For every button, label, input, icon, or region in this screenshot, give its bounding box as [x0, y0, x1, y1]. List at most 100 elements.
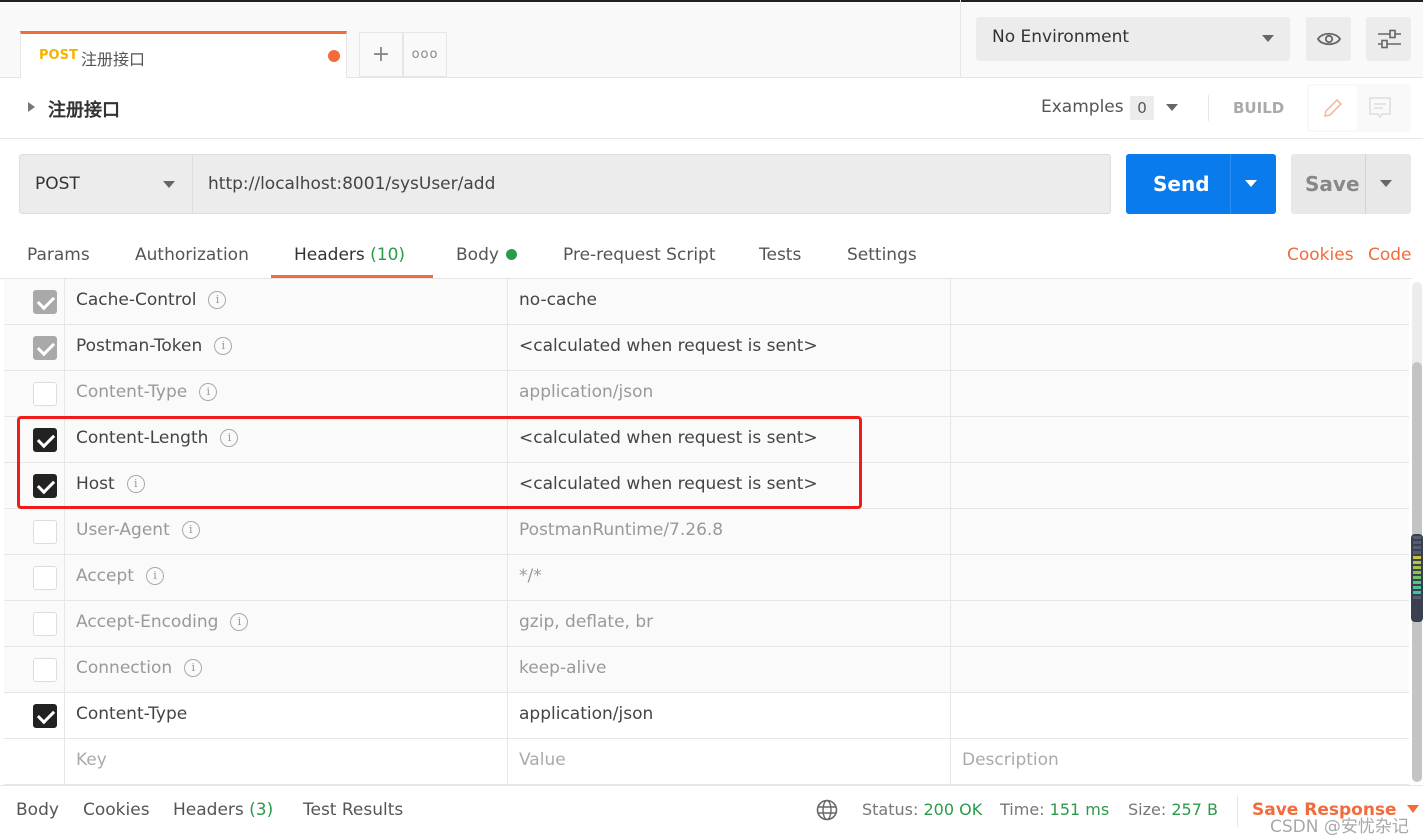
edit-button[interactable]	[1309, 86, 1357, 130]
globe-icon[interactable]	[816, 799, 838, 826]
time-value: 151 ms	[1049, 800, 1110, 819]
header-value[interactable]: PostmanRuntime/7.26.8	[519, 520, 723, 540]
header-key-text: Connection	[76, 658, 173, 678]
response-headers-label: Headers	[173, 800, 244, 820]
description-input[interactable]: Description	[962, 750, 1059, 770]
widget-bar	[1413, 566, 1421, 569]
highlight-annotation	[17, 416, 862, 509]
tab-authorization[interactable]: Authorization	[135, 245, 249, 265]
header-key[interactable]: Content-Type i	[76, 382, 218, 402]
info-icon[interactable]: i	[199, 383, 218, 401]
caret-right-icon[interactable]	[28, 102, 40, 112]
info-icon[interactable]: i	[184, 659, 203, 677]
new-tab-button[interactable]: +	[359, 32, 403, 77]
header-checkbox[interactable]	[33, 658, 57, 682]
info-icon[interactable]: i	[208, 291, 227, 309]
tab-body[interactable]: Body	[456, 245, 517, 265]
body-indicator-dot-icon	[505, 249, 517, 260]
header-value[interactable]: gzip, deflate, br	[519, 612, 653, 632]
send-options-chevron-icon[interactable]	[1245, 180, 1257, 193]
comment-icon	[1369, 97, 1391, 119]
save-label: Save	[1305, 172, 1360, 196]
more-icon: ooo	[411, 47, 439, 62]
value-input[interactable]: Value	[519, 750, 566, 770]
response-tab-cookies[interactable]: Cookies	[83, 800, 150, 820]
header-checkbox[interactable]	[33, 382, 57, 406]
header-value[interactable]: application/json	[519, 382, 653, 402]
header-value[interactable]: <calculated when request is sent>	[519, 336, 818, 356]
response-tab-body[interactable]: Body	[16, 800, 59, 820]
header-value[interactable]: keep-alive	[519, 658, 606, 678]
environment-select[interactable]: No Environment	[976, 17, 1290, 61]
url-input[interactable]: http://localhost:8001/sysUser/add	[192, 154, 1111, 214]
header-value[interactable]: */*	[519, 566, 542, 586]
header-checkbox[interactable]	[33, 520, 57, 544]
size-label: Size:	[1128, 800, 1167, 819]
examples-count-badge: 0	[1130, 96, 1154, 120]
header-checkbox[interactable]	[33, 566, 57, 590]
headers-count: (10)	[370, 245, 406, 265]
info-icon[interactable]: i	[145, 567, 164, 585]
widget-bar	[1413, 571, 1421, 574]
examples-label[interactable]: Examples	[1041, 97, 1124, 117]
header-row: Accept i */*	[4, 555, 1409, 601]
tab-params[interactable]: Params	[27, 245, 90, 265]
info-icon[interactable]: i	[230, 613, 249, 631]
divider	[1208, 95, 1209, 121]
divider	[960, 0, 961, 78]
widget-bar	[1413, 541, 1421, 544]
request-tab[interactable]: POST 注册接口	[20, 31, 347, 78]
tab-method: POST	[39, 48, 78, 63]
save-button[interactable]: Save	[1291, 154, 1411, 214]
more-tabs-button[interactable]: ooo	[403, 32, 447, 77]
manage-environments-button[interactable]	[1366, 17, 1411, 61]
sliders-icon	[1377, 29, 1401, 49]
watermark: CSDN @安忧杂记	[1270, 817, 1409, 837]
tab-settings[interactable]: Settings	[847, 245, 917, 265]
tab-pre-request-script[interactable]: Pre-request Script	[563, 245, 716, 265]
widget-bar	[1413, 591, 1421, 594]
info-icon[interactable]: i	[214, 337, 233, 355]
header-key[interactable]: Postman-Token i	[76, 336, 233, 356]
header-key-text: Postman-Token	[76, 336, 203, 356]
header-key[interactable]: User-Agent i	[76, 520, 200, 540]
header-checkbox[interactable]	[33, 704, 57, 728]
header-key-text: Content-Type	[76, 704, 188, 724]
comments-button[interactable]	[1368, 96, 1392, 125]
tab-tests[interactable]: Tests	[759, 245, 801, 265]
info-icon[interactable]: i	[181, 521, 200, 539]
eye-icon	[1316, 32, 1341, 46]
method-value: POST	[35, 174, 80, 194]
header-value[interactable]: application/json	[519, 704, 653, 724]
header-key[interactable]: Connection i	[76, 658, 203, 678]
header-row: Postman-Token i <calculated when request …	[4, 325, 1409, 371]
key-input[interactable]: Key	[76, 750, 107, 770]
build-mode-label[interactable]: BUILD	[1233, 99, 1284, 117]
header-checkbox[interactable]	[33, 336, 57, 360]
environment-quick-look-button[interactable]	[1306, 17, 1351, 61]
header-checkbox[interactable]	[33, 290, 57, 314]
send-button[interactable]: Send	[1126, 154, 1276, 214]
unsaved-dot-icon	[328, 50, 340, 62]
chevron-down-icon[interactable]	[1166, 104, 1178, 117]
tab-headers[interactable]: Headers (10)	[294, 245, 405, 265]
header-key[interactable]: Accept i	[76, 566, 164, 586]
header-key[interactable]: Cache-Control i	[76, 290, 227, 310]
method-select[interactable]: POST	[19, 154, 193, 214]
widget-bar	[1413, 561, 1421, 564]
header-key[interactable]: Accept-Encoding i	[76, 612, 249, 632]
status: Status: 200 OK	[862, 800, 982, 819]
chevron-down-icon	[163, 181, 175, 194]
header-value[interactable]: no-cache	[519, 290, 597, 310]
header-key[interactable]: Content-Type	[76, 704, 187, 724]
response-tab-headers[interactable]: Headers (3)	[173, 800, 273, 820]
header-row: Cache-Control i no-cache	[4, 279, 1409, 325]
code-link[interactable]: Code	[1368, 245, 1412, 265]
header-checkbox[interactable]	[33, 612, 57, 636]
save-options-chevron-icon[interactable]	[1380, 180, 1392, 193]
widget-bar	[1413, 586, 1421, 589]
request-title[interactable]: 注册接口	[48, 96, 120, 122]
cookies-link[interactable]: Cookies	[1287, 245, 1354, 265]
response-tab-test-results[interactable]: Test Results	[303, 800, 403, 820]
widget-bar	[1413, 551, 1421, 554]
